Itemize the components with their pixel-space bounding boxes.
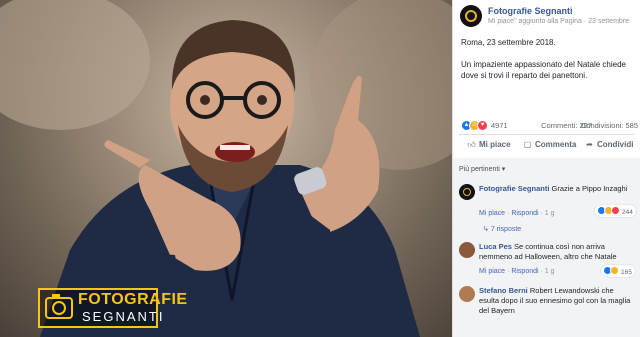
post-actions: 👍︎ Mi piace ▢ Commenta ➦ Condividi xyxy=(459,137,640,155)
comment-reply-link[interactable]: Rispondi xyxy=(511,268,538,275)
shares-count[interactable]: Condivisioni: 585 xyxy=(581,121,638,130)
post-body: Un impaziente appassionato del Natale ch… xyxy=(461,60,626,80)
like-button[interactable]: 👍︎ Mi piace xyxy=(467,140,510,150)
comment-bubble: Fotografie Segnanti Grazie a Pippo Inzag… xyxy=(479,184,631,194)
comment-like-link[interactable]: Mi piace xyxy=(479,268,505,275)
love-reaction-icon: ♥ xyxy=(477,120,488,131)
haha-mini-icon xyxy=(610,266,619,275)
love-mini-icon xyxy=(611,206,620,215)
page-avatar[interactable] xyxy=(460,5,482,27)
commenter-avatar[interactable] xyxy=(459,286,475,302)
comment-reactions[interactable]: 244 xyxy=(595,205,636,217)
watermark-line1: FOTOGRAFIE xyxy=(78,291,188,308)
post-photo[interactable]: FOTOGRAFIE SEGNANTI xyxy=(0,0,452,337)
comment-bubble: Stefano Berni Robert Lewandowski che esu… xyxy=(479,286,631,316)
comment-icon: ▢ xyxy=(523,140,532,149)
comment-time[interactable]: 1 g xyxy=(545,268,555,275)
divider xyxy=(459,134,634,135)
post-date-line: Roma, 23 settembre 2018. xyxy=(461,38,556,47)
commenter-avatar[interactable] xyxy=(459,242,475,258)
share-icon: ➦ xyxy=(586,140,593,149)
view-replies-link[interactable]: ↳ 7 risposte xyxy=(483,225,521,233)
commenter-avatar[interactable] xyxy=(459,184,475,200)
comment-time[interactable]: 1 g xyxy=(545,210,555,217)
comment-reply-link[interactable]: Rispondi xyxy=(511,210,538,217)
post-meta: Mi piace" aggiunto alla Pagina · 23 sett… xyxy=(488,18,630,25)
post-text: Roma, 23 settembre 2018. Un impaziente a… xyxy=(461,37,637,92)
comment-author[interactable]: Stefano Berni xyxy=(479,286,528,295)
comment-actions: Mi piace · Rispondi · 1 g xyxy=(479,210,555,217)
comment-text: Grazie a Pippo Inzaghi xyxy=(551,184,628,193)
post-header: Fotografie Segnanti Mi piace" aggiunto a… xyxy=(460,5,640,31)
page-name-link[interactable]: Fotografie Segnanti xyxy=(488,6,573,16)
reply-arrow-icon: ↳ xyxy=(483,226,489,233)
comment-bubble: Luca Pes Se continua così non arriva nem… xyxy=(479,242,631,262)
thumbs-up-icon: 👍︎ xyxy=(467,140,476,149)
comment-like-link[interactable]: Mi piace xyxy=(479,210,505,217)
share-button[interactable]: ➦ Condividi xyxy=(585,140,633,149)
photo-illustration xyxy=(0,0,452,337)
comment-actions: Mi piace · Rispondi · 1 g xyxy=(479,268,555,275)
comment-button[interactable]: ▢ Commenta xyxy=(523,140,577,149)
reactions-count[interactable]: 4971 xyxy=(491,121,508,130)
comment-author[interactable]: Luca Pes xyxy=(479,242,512,251)
comment-author[interactable]: Fotografie Segnanti xyxy=(479,184,549,193)
post-panel: Fotografie Segnanti Mi piace" aggiunto a… xyxy=(452,0,640,337)
photo-watermark: FOTOGRAFIE SEGNANTI xyxy=(38,288,187,328)
post-stats: ▲ ☺ ♥ 4971 Commenti: 287 Condivisioni: 5… xyxy=(461,119,638,131)
watermark-line2: SEGNANTI xyxy=(82,309,165,324)
comments-section: Più pertinenti ▾ Fotografie Segnanti Gra… xyxy=(453,158,640,337)
comment-filter-dropdown[interactable]: Più pertinenti ▾ xyxy=(459,165,505,173)
comment-reactions[interactable]: 165 xyxy=(601,265,635,277)
